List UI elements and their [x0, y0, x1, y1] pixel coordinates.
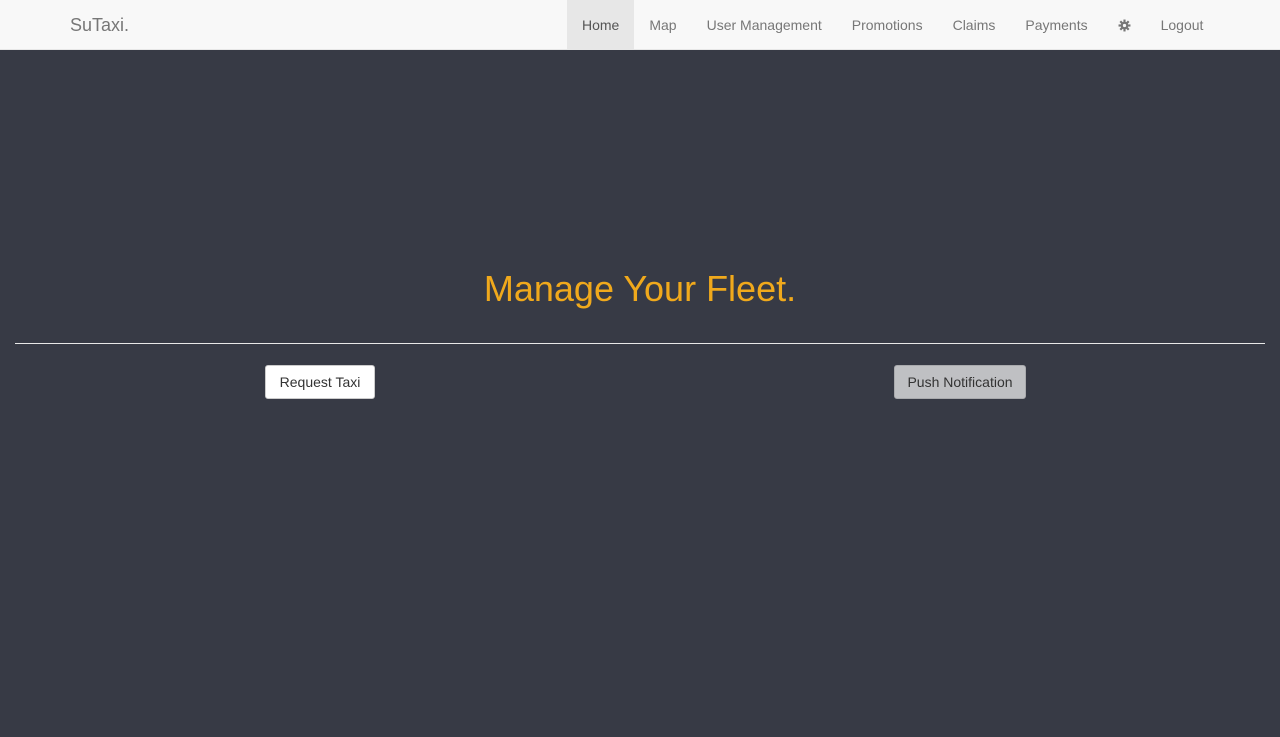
- nav-item-payments[interactable]: Payments: [1010, 0, 1102, 50]
- divider: [15, 343, 1265, 344]
- nav-item-claims[interactable]: Claims: [938, 0, 1011, 50]
- request-taxi-button[interactable]: Request Taxi: [265, 365, 375, 399]
- nav-item-promotions[interactable]: Promotions: [837, 0, 938, 50]
- gear-icon: [1118, 19, 1131, 32]
- nav-item-home[interactable]: Home: [567, 0, 635, 50]
- nav-item-logout[interactable]: Logout: [1146, 0, 1219, 50]
- page-headline: Manage Your Fleet.: [483, 268, 797, 309]
- nav-menu: Home Map User Management Promotions Clai…: [567, 0, 1218, 50]
- push-notification-button[interactable]: Push Notification: [894, 365, 1026, 399]
- nav-item-settings[interactable]: [1103, 0, 1146, 50]
- top-navbar: SuTaxi. Home Map User Management Promoti…: [0, 0, 1280, 50]
- brand-logo[interactable]: SuTaxi.: [70, 0, 129, 50]
- nav-item-map[interactable]: Map: [634, 0, 691, 50]
- nav-item-user-management[interactable]: User Management: [692, 0, 837, 50]
